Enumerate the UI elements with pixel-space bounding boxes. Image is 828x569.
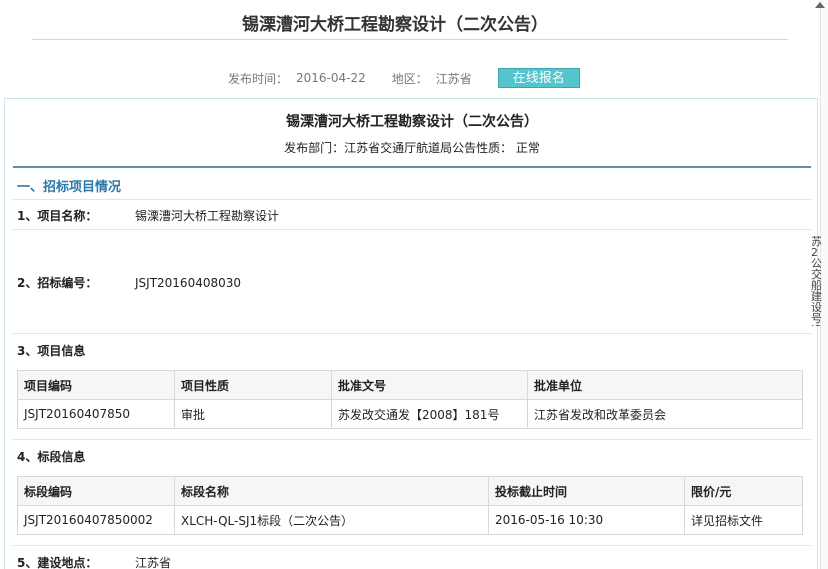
table-cell: 审批 xyxy=(174,399,332,429)
page-title: 锡溧漕河大桥工程勘察设计（二次公告） xyxy=(242,15,548,35)
row-divider xyxy=(13,229,811,230)
notice-content: 锡溧漕河大桥工程勘察设计（二次公告） 发布部门：江苏省交通厅航道局公告性质： 正… xyxy=(4,98,818,569)
table-cell: 详见招标文件 xyxy=(684,505,803,535)
region-label: 地区： xyxy=(391,71,428,86)
tender-number-label: 2、招标编号： xyxy=(17,276,98,290)
dept-line: 发布部门：江苏省交通厅航道局公告性质： 正常 xyxy=(284,141,540,155)
heading-divider xyxy=(13,199,811,200)
table-row: JSJT20160407850 审批 苏发改交通发【2008】181号 江苏省发… xyxy=(17,399,803,429)
section-heading: 一、招标项目情况 xyxy=(17,180,122,195)
section-info-label: 4、标段信息 xyxy=(17,450,86,464)
table-cell: 江苏省发改和改革委员会 xyxy=(527,399,803,429)
project-info-label: 3、项目信息 xyxy=(17,344,86,358)
table-header-cell: 限价/元 xyxy=(684,476,803,506)
publish-time: 2016-04-22 xyxy=(296,71,366,85)
table-header-cell: 项目编码 xyxy=(17,370,175,400)
table-cell: JSJT20160407850002 xyxy=(17,505,175,535)
publish-time-label: 发布时间： xyxy=(228,71,289,86)
publish-meta: 发布时间： 2016-04-22 地区： 江苏省 在线报名 xyxy=(228,68,580,88)
title-divider xyxy=(32,39,788,40)
build-location-label: 5、建设地点： xyxy=(17,556,98,569)
project-name-label: 1、项目名称： xyxy=(17,209,98,223)
section-info-row: 4、标段信息 xyxy=(17,448,135,465)
online-signup-button[interactable]: 在线报名 xyxy=(497,68,580,88)
project-name-row: 1、项目名称： 锡溧漕河大桥工程勘察设计 xyxy=(17,207,279,224)
notice-title: 锡溧漕河大桥工程勘察设计（二次公告） xyxy=(286,114,538,130)
row-divider xyxy=(13,545,811,546)
table-header-cell: 投标截止时间 xyxy=(488,476,685,506)
table-header-cell: 项目性质 xyxy=(174,370,332,400)
table-cell: JSJT20160407850 xyxy=(17,399,175,429)
section-info-table: 标段编码 标段名称 投标截止时间 限价/元 JSJT20160407850002… xyxy=(17,476,803,535)
row-divider xyxy=(13,439,811,440)
tender-number-value: JSJT20160408030 xyxy=(135,276,242,290)
table-header-cell: 标段名称 xyxy=(174,476,489,506)
side-floating-text: 苏2公交船建设号JS xyxy=(811,236,822,326)
notice-divider xyxy=(13,166,811,168)
table-header-row: 项目编码 项目性质 批准文号 批准单位 xyxy=(17,370,803,400)
table-cell: XLCH-QL-SJ1标段（二次公告） xyxy=(174,505,489,535)
project-name-value: 锡溧漕河大桥工程勘察设计 xyxy=(135,209,280,223)
build-location-row: 5、建设地点： 江苏省 xyxy=(17,554,171,569)
scroll-up-arrow-icon[interactable] xyxy=(815,2,825,8)
row-divider xyxy=(13,333,811,334)
table-header-cell: 标段编码 xyxy=(17,476,175,506)
build-location-value: 江苏省 xyxy=(135,556,172,569)
table-cell: 苏发改交通发【2008】181号 xyxy=(331,399,528,429)
region-value: 江苏省 xyxy=(435,71,472,86)
table-row: JSJT20160407850002 XLCH-QL-SJ1标段（二次公告） 2… xyxy=(17,505,803,535)
table-header-cell: 批准文号 xyxy=(331,370,528,400)
project-info-row: 3、项目信息 xyxy=(17,342,135,359)
table-header-row: 标段编码 标段名称 投标截止时间 限价/元 xyxy=(17,476,803,506)
table-cell: 2016-05-16 10:30 xyxy=(488,505,685,535)
tender-number-row: 2、招标编号： JSJT20160408030 xyxy=(17,274,241,291)
table-header-cell: 批准单位 xyxy=(527,370,803,400)
project-info-table: 项目编码 项目性质 批准文号 批准单位 JSJT20160407850 审批 苏… xyxy=(17,370,803,429)
